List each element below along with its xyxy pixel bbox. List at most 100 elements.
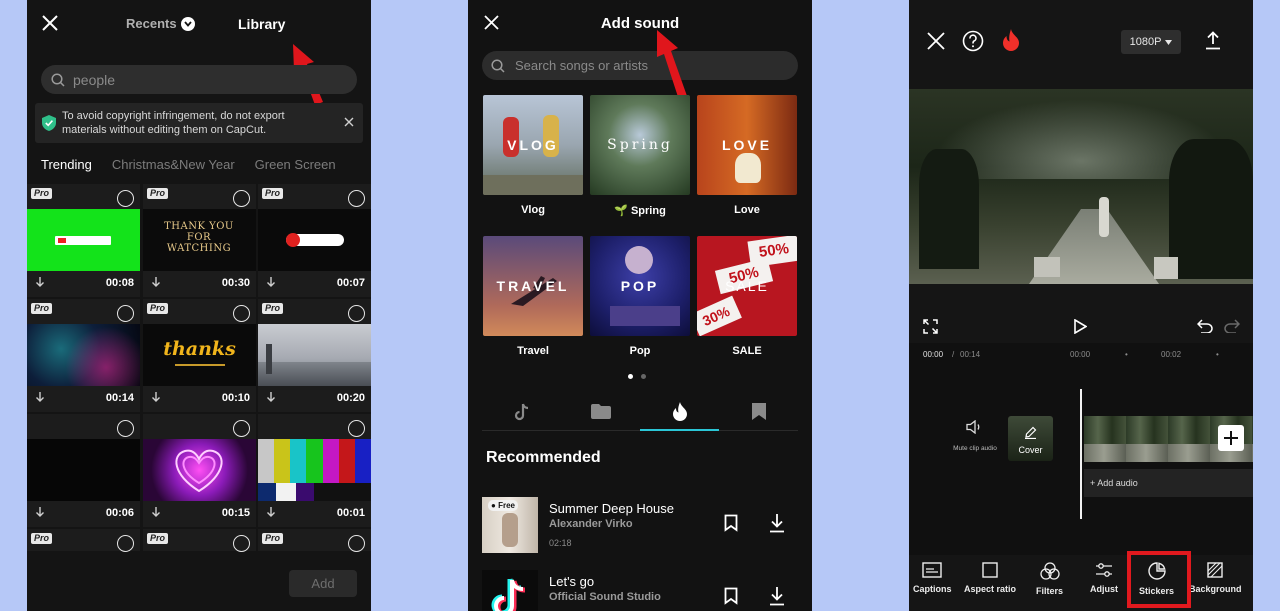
download-icon[interactable] (266, 391, 276, 403)
thumbnail (258, 324, 371, 386)
arrow-annotation-icon (657, 30, 687, 100)
tile-label: Vlog (521, 204, 545, 216)
help-icon[interactable] (962, 30, 984, 52)
sound-category-tile[interactable]: LOVE Love (697, 95, 797, 216)
download-icon[interactable] (769, 586, 785, 606)
flame-icon[interactable] (1002, 29, 1020, 52)
search-icon (491, 58, 505, 73)
search-input[interactable]: people (41, 65, 357, 94)
library-item[interactable]: Pro (258, 529, 371, 552)
library-item[interactable]: Pro 00:08 (27, 184, 140, 297)
resolution-value: 1080P (1129, 36, 1162, 48)
tick-dot: • (1216, 350, 1219, 359)
sound-category-tile[interactable]: Spring 🌱 Spring (590, 95, 690, 217)
close-icon[interactable] (927, 32, 945, 50)
close-icon[interactable] (41, 14, 59, 32)
library-item[interactable]: 00:01 (258, 414, 371, 527)
video-preview[interactable] (909, 89, 1253, 284)
select-circle[interactable] (117, 305, 134, 322)
sound-category-tile[interactable]: TRAVEL Travel (483, 236, 583, 357)
select-circle[interactable] (117, 190, 134, 207)
download-icon[interactable] (35, 276, 45, 288)
duration: 00:14 (105, 392, 134, 404)
resolution-select[interactable]: 1080P (1121, 30, 1181, 54)
editor-panel: 1080P 00:00 / 00:14 00:00 • 00:02 • Mute… (909, 0, 1253, 611)
sprout-icon: 🌱 (614, 205, 628, 217)
category-tab-trending[interactable]: Trending (41, 157, 92, 172)
tool-captions[interactable]: Captions (913, 562, 952, 594)
cover-label: Cover (1018, 445, 1043, 455)
tool-aspect-ratio[interactable]: Aspect ratio (964, 562, 1016, 594)
library-item[interactable]: Pro (27, 529, 140, 552)
select-circle[interactable] (233, 190, 250, 207)
close-notice-icon[interactable] (344, 117, 354, 127)
song-row[interactable]: ● Free Summer Deep House Alexander Virko… (482, 497, 798, 553)
sound-category-tile[interactable]: 50% 50% 30% SALE SALE (697, 236, 797, 357)
category-tab-christmas[interactable]: Christmas&New Year (112, 157, 235, 172)
tool-filters[interactable]: Filters (1036, 562, 1063, 596)
category-tab-green-screen[interactable]: Green Screen (255, 157, 336, 172)
select-circle[interactable] (233, 420, 250, 437)
select-circle[interactable] (233, 305, 250, 322)
library-item[interactable]: Pro 00:07 (258, 184, 371, 297)
select-circle[interactable] (117, 420, 134, 437)
tool-adjust[interactable]: Adjust (1090, 562, 1118, 594)
song-artwork: ● Free (482, 497, 538, 553)
tab-library[interactable]: Library (238, 16, 285, 32)
library-item[interactable]: 00:15 (143, 414, 256, 527)
add-button[interactable]: Add (289, 570, 357, 597)
select-circle[interactable] (348, 420, 365, 437)
add-clip-button[interactable] (1218, 425, 1244, 451)
tab-trending[interactable] (640, 393, 719, 431)
tab-recents[interactable]: Recents (126, 16, 195, 31)
library-item[interactable]: Pro 00:14 (27, 299, 140, 412)
download-icon[interactable] (35, 506, 45, 518)
download-icon[interactable] (151, 506, 161, 518)
select-circle[interactable] (233, 535, 250, 552)
undo-icon[interactable] (1197, 319, 1213, 333)
thumbnail-text: THANK YOU FOR WATCHING (164, 221, 234, 254)
bookmark-icon[interactable] (724, 587, 738, 605)
song-duration: 02:18 (549, 538, 572, 548)
bookmark-icon[interactable] (724, 514, 738, 532)
redo-icon[interactable] (1224, 319, 1240, 333)
play-icon[interactable] (1074, 319, 1087, 334)
select-circle[interactable] (348, 190, 365, 207)
tile-label: Pop (629, 345, 651, 357)
sound-category-tile[interactable]: POP Pop (590, 236, 690, 357)
select-circle[interactable] (348, 305, 365, 322)
tab-saved[interactable] (719, 393, 798, 430)
download-icon[interactable] (35, 391, 45, 403)
tool-background[interactable]: Background (1189, 562, 1242, 594)
cover-button[interactable]: Cover (1008, 416, 1053, 461)
export-icon[interactable] (1205, 31, 1221, 50)
library-item[interactable]: Pro thanks 00:10 (143, 299, 256, 412)
download-icon[interactable] (266, 276, 276, 288)
search-input[interactable]: Search songs or artists (482, 51, 798, 80)
library-item[interactable]: Pro 00:20 (258, 299, 371, 412)
playhead[interactable] (1080, 389, 1082, 519)
select-circle[interactable] (117, 535, 134, 552)
download-icon[interactable] (266, 506, 276, 518)
search-placeholder: Search songs or artists (515, 58, 648, 73)
fullscreen-icon[interactable] (923, 319, 938, 334)
select-circle[interactable] (348, 535, 365, 552)
tile-image: LOVE (697, 95, 797, 195)
download-icon[interactable] (151, 391, 161, 403)
library-item[interactable]: 00:06 (27, 414, 140, 527)
library-item[interactable]: Pro THANK YOU FOR WATCHING 00:30 (143, 184, 256, 297)
tab-tiktok[interactable] (482, 393, 561, 430)
carousel-dots (628, 374, 646, 379)
duration: 00:06 (105, 507, 134, 519)
mute-clip-label[interactable]: Mute clip audio (953, 445, 997, 453)
dot-active (628, 374, 633, 379)
add-audio-button[interactable]: + Add audio (1084, 469, 1253, 497)
song-row[interactable]: Let's go Official Sound Studio (482, 570, 798, 611)
download-icon[interactable] (151, 276, 161, 288)
sound-category-tile[interactable]: VLOG Vlog (483, 95, 583, 216)
speaker-icon[interactable] (966, 420, 982, 434)
tab-folder[interactable] (561, 393, 640, 430)
download-icon[interactable] (769, 513, 785, 533)
library-item[interactable]: Pro (143, 529, 256, 552)
tile-label: SALE (732, 345, 762, 357)
